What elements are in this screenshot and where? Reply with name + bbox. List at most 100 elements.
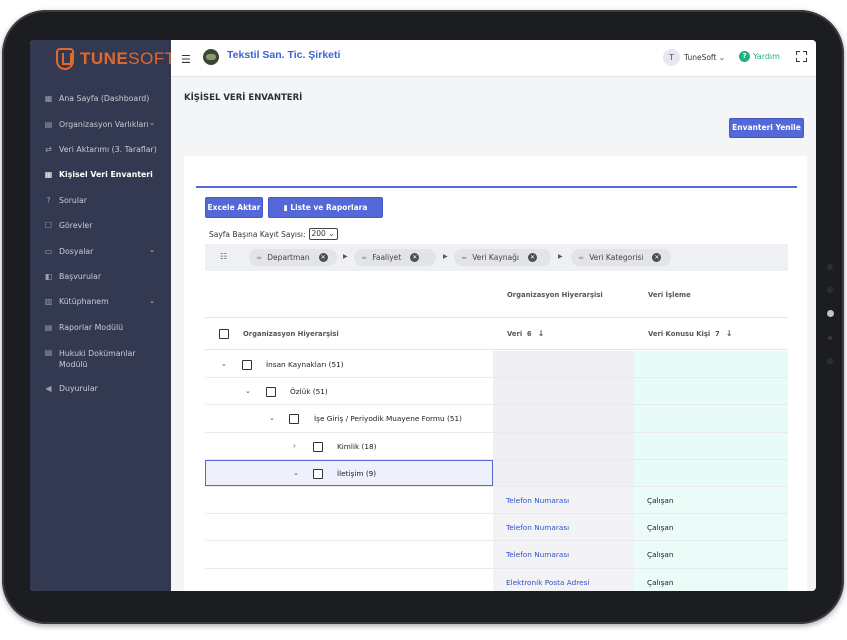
row-checkbox[interactable]	[289, 414, 299, 425]
table-row[interactable]: Telefon Numarası Çalışan	[205, 541, 788, 569]
row-checkbox[interactable]	[242, 360, 252, 370]
chevron-down-icon[interactable]: ⌄	[221, 360, 227, 368]
tree-node-label: İşe Giriş / Periyodik Muayene Formu (51)	[314, 414, 462, 424]
table-row[interactable]: ⌄ Özlük (51)	[205, 378, 788, 406]
remove-chip-icon[interactable]: ✕	[318, 253, 328, 262]
data-link[interactable]: Telefon Numarası	[506, 496, 569, 505]
sort-arrow-icon[interactable]: ↓	[726, 329, 733, 338]
row-checkbox[interactable]	[313, 441, 323, 452]
sidebar-item-label: Görevler	[59, 221, 93, 231]
data-link[interactable]: Telefon Numarası	[506, 550, 569, 559]
company-name[interactable]: Tekstil San. Tic. Şirketi	[227, 49, 340, 61]
sidebar-item-questions[interactable]: ? Sorular	[30, 188, 171, 213]
data-subject-value: Çalışan	[647, 496, 674, 505]
table-row[interactable]: ⌄ İşe Giriş / Periyodik Muayene Formu (5…	[205, 405, 788, 433]
group-chip-data-source[interactable]: ═ Veri Kaynağı ✕	[454, 249, 551, 266]
brand-logo[interactable]: TUNESOFT	[56, 46, 176, 72]
sidebar-item-applications[interactable]: ◧ Başvurular	[30, 264, 171, 289]
export-excel-button[interactable]: Excele Aktar	[205, 197, 263, 218]
help-icon[interactable]: ?	[739, 51, 750, 62]
header-group-processing: Veri İşleme	[648, 290, 691, 299]
remove-chip-icon[interactable]: ✕	[410, 253, 420, 262]
transfer-icon: ⇄	[45, 144, 52, 154]
chevron-down-icon[interactable]: ⌄	[269, 414, 275, 422]
chevron-right-icon: ▶	[558, 253, 563, 260]
chevron-down-icon: ⌄	[149, 296, 155, 305]
sidebar-item-label: Kütüphanem	[59, 297, 109, 307]
sidebar-item-announcements[interactable]: ◀ Duyurular	[30, 376, 171, 401]
sidebar-item-library[interactable]: ▥ Kütüphanem ⌄	[30, 289, 171, 314]
row-checkbox[interactable]	[266, 387, 276, 398]
sidebar-item-label: Ana Sayfa (Dashboard)	[59, 94, 150, 104]
sidebar-item-label: Kişisel Veri Envanteri	[59, 170, 153, 180]
group-chip-data-category[interactable]: ═ Veri Kategorisi ✕	[571, 249, 671, 266]
chevron-down-icon[interactable]: ⌄	[245, 387, 251, 395]
user-avatar[interactable]: T	[663, 49, 680, 66]
header-data[interactable]: Veri 6 ↓	[507, 318, 544, 349]
sidebar-item-label: Organizasyon Varlıkları	[59, 119, 149, 129]
inventory-card: Excele Aktar ▮ Liste ve Raporlara Kaydet…	[184, 156, 807, 591]
sort-arrow-icon[interactable]: ↓	[538, 329, 545, 338]
hamburger-menu-icon[interactable]: ☰	[181, 53, 191, 66]
table-row[interactable]: Telefon Numarası Çalışan	[205, 514, 788, 542]
dashboard-icon: ▦	[44, 94, 53, 104]
sidebar-item-organization-assets[interactable]: ▤ Organizasyon Varlıkları ⌄	[30, 111, 171, 136]
save-button-label: Liste ve Raporlara Kaydet	[290, 203, 368, 231]
sidebar-nav: ▦ Ana Sayfa (Dashboard) ▤ Organizasyon Var…	[30, 86, 171, 401]
table-row[interactable]: ⌄ İnsan Kaynakları (51)	[205, 351, 788, 379]
chevron-down-icon[interactable]: ⌄	[293, 469, 299, 477]
sidebar-item-label: Veri Aktarımı (3. Taraflar)	[59, 144, 157, 154]
megaphone-icon: ◀	[45, 384, 52, 394]
tree-node-label: Kimlik (18)	[337, 441, 377, 451]
sidebar-item-tasks[interactable]: ☐ Görevler	[30, 213, 171, 238]
group-panel-icon: ☷	[220, 252, 228, 261]
reports-icon: ▤	[44, 322, 53, 332]
sidebar-item-data-transfer[interactable]: ⇄ Veri Aktarımı (3. Taraflar)	[30, 137, 171, 162]
header-hierarchy[interactable]: Organizasyon Hiyerarşisi	[243, 318, 339, 349]
sidebar-item-label: Hukuki Dokümanlar Modülü	[59, 348, 136, 369]
remove-chip-icon[interactable]: ✕	[652, 253, 662, 262]
brand-name-part2: SOFT	[128, 49, 176, 68]
table-row[interactable]: Elektronik Posta Adresi Çalışan	[205, 568, 788, 591]
select-all-checkbox[interactable]	[219, 329, 229, 339]
sidebar-item-legal-documents[interactable]: ▤ Hukuki Dokümanlar Modülü	[30, 340, 171, 376]
top-header: ☰ Tekstil San. Tic. Şirketi T TuneSoft ⌄…	[171, 40, 816, 77]
save-to-reports-button[interactable]: ▮ Liste ve Raporlara Kaydet	[268, 197, 383, 231]
group-chip-department[interactable]: ═ Departman ✕	[249, 249, 337, 266]
table-row-selected[interactable]: ⌄ İletişim (9)	[205, 459, 788, 487]
chevron-down-icon: ⌄	[149, 119, 155, 128]
row-checkbox[interactable]	[313, 468, 323, 479]
sidebar-item-personal-data-inventory[interactable]: ▦ Kişisel Veri Envanteri	[30, 162, 171, 187]
header-data-subject[interactable]: Veri Konusu Kişi 7 ↓	[648, 318, 732, 349]
chip-label: Faaliyet	[372, 253, 402, 262]
chevron-right-icon: ▶	[343, 253, 348, 260]
clipboard-icon: ▤	[44, 119, 53, 129]
fullscreen-icon[interactable]	[796, 51, 807, 62]
page-size-select[interactable]: 200 ⌄	[308, 228, 338, 240]
sidebar-item-label: Sorular	[59, 195, 88, 205]
data-link[interactable]: Telefon Numarası	[506, 523, 569, 532]
page-size-value: 200	[311, 229, 326, 238]
remove-chip-icon[interactable]: ✕	[527, 253, 537, 262]
group-chip-activity[interactable]: ═ Faaliyet ✕	[354, 249, 436, 266]
chip-label: Departman	[267, 253, 310, 262]
sidebar-item-dashboard[interactable]: ▦ Ana Sayfa (Dashboard)	[30, 86, 171, 111]
user-menu[interactable]: TuneSoft ⌄	[684, 53, 725, 62]
sidebar-item-label: Duyurular	[59, 384, 98, 394]
renew-inventory-button[interactable]: Envanteri Yenile	[729, 118, 804, 138]
help-link[interactable]: Yardım	[753, 52, 780, 61]
sidebar: TUNESOFT ▦ Ana Sayfa (Dashboard) ▤ Organiz…	[30, 40, 175, 591]
data-link[interactable]: Elektronik Posta Adresi	[506, 578, 589, 587]
chevron-right-icon[interactable]: ›	[293, 442, 296, 450]
table-row[interactable]: Telefon Numarası Çalışan	[205, 487, 788, 515]
question-icon: ?	[46, 195, 51, 205]
tasks-icon: ☐	[44, 221, 53, 231]
table-row[interactable]: › Kimlik (18)	[205, 432, 788, 460]
sidebar-item-files[interactable]: ▭ Dosyalar ⌄	[30, 238, 171, 263]
sidebar-item-reports[interactable]: ▤ Raporlar Modülü	[30, 315, 171, 340]
drag-handle-icon: ═	[462, 253, 467, 262]
sidebar-item-label: Dosyalar	[59, 246, 94, 256]
drag-handle-icon: ═	[257, 253, 262, 262]
applications-icon: ◧	[44, 271, 53, 281]
chip-label: Veri Kategorisi	[589, 253, 644, 262]
